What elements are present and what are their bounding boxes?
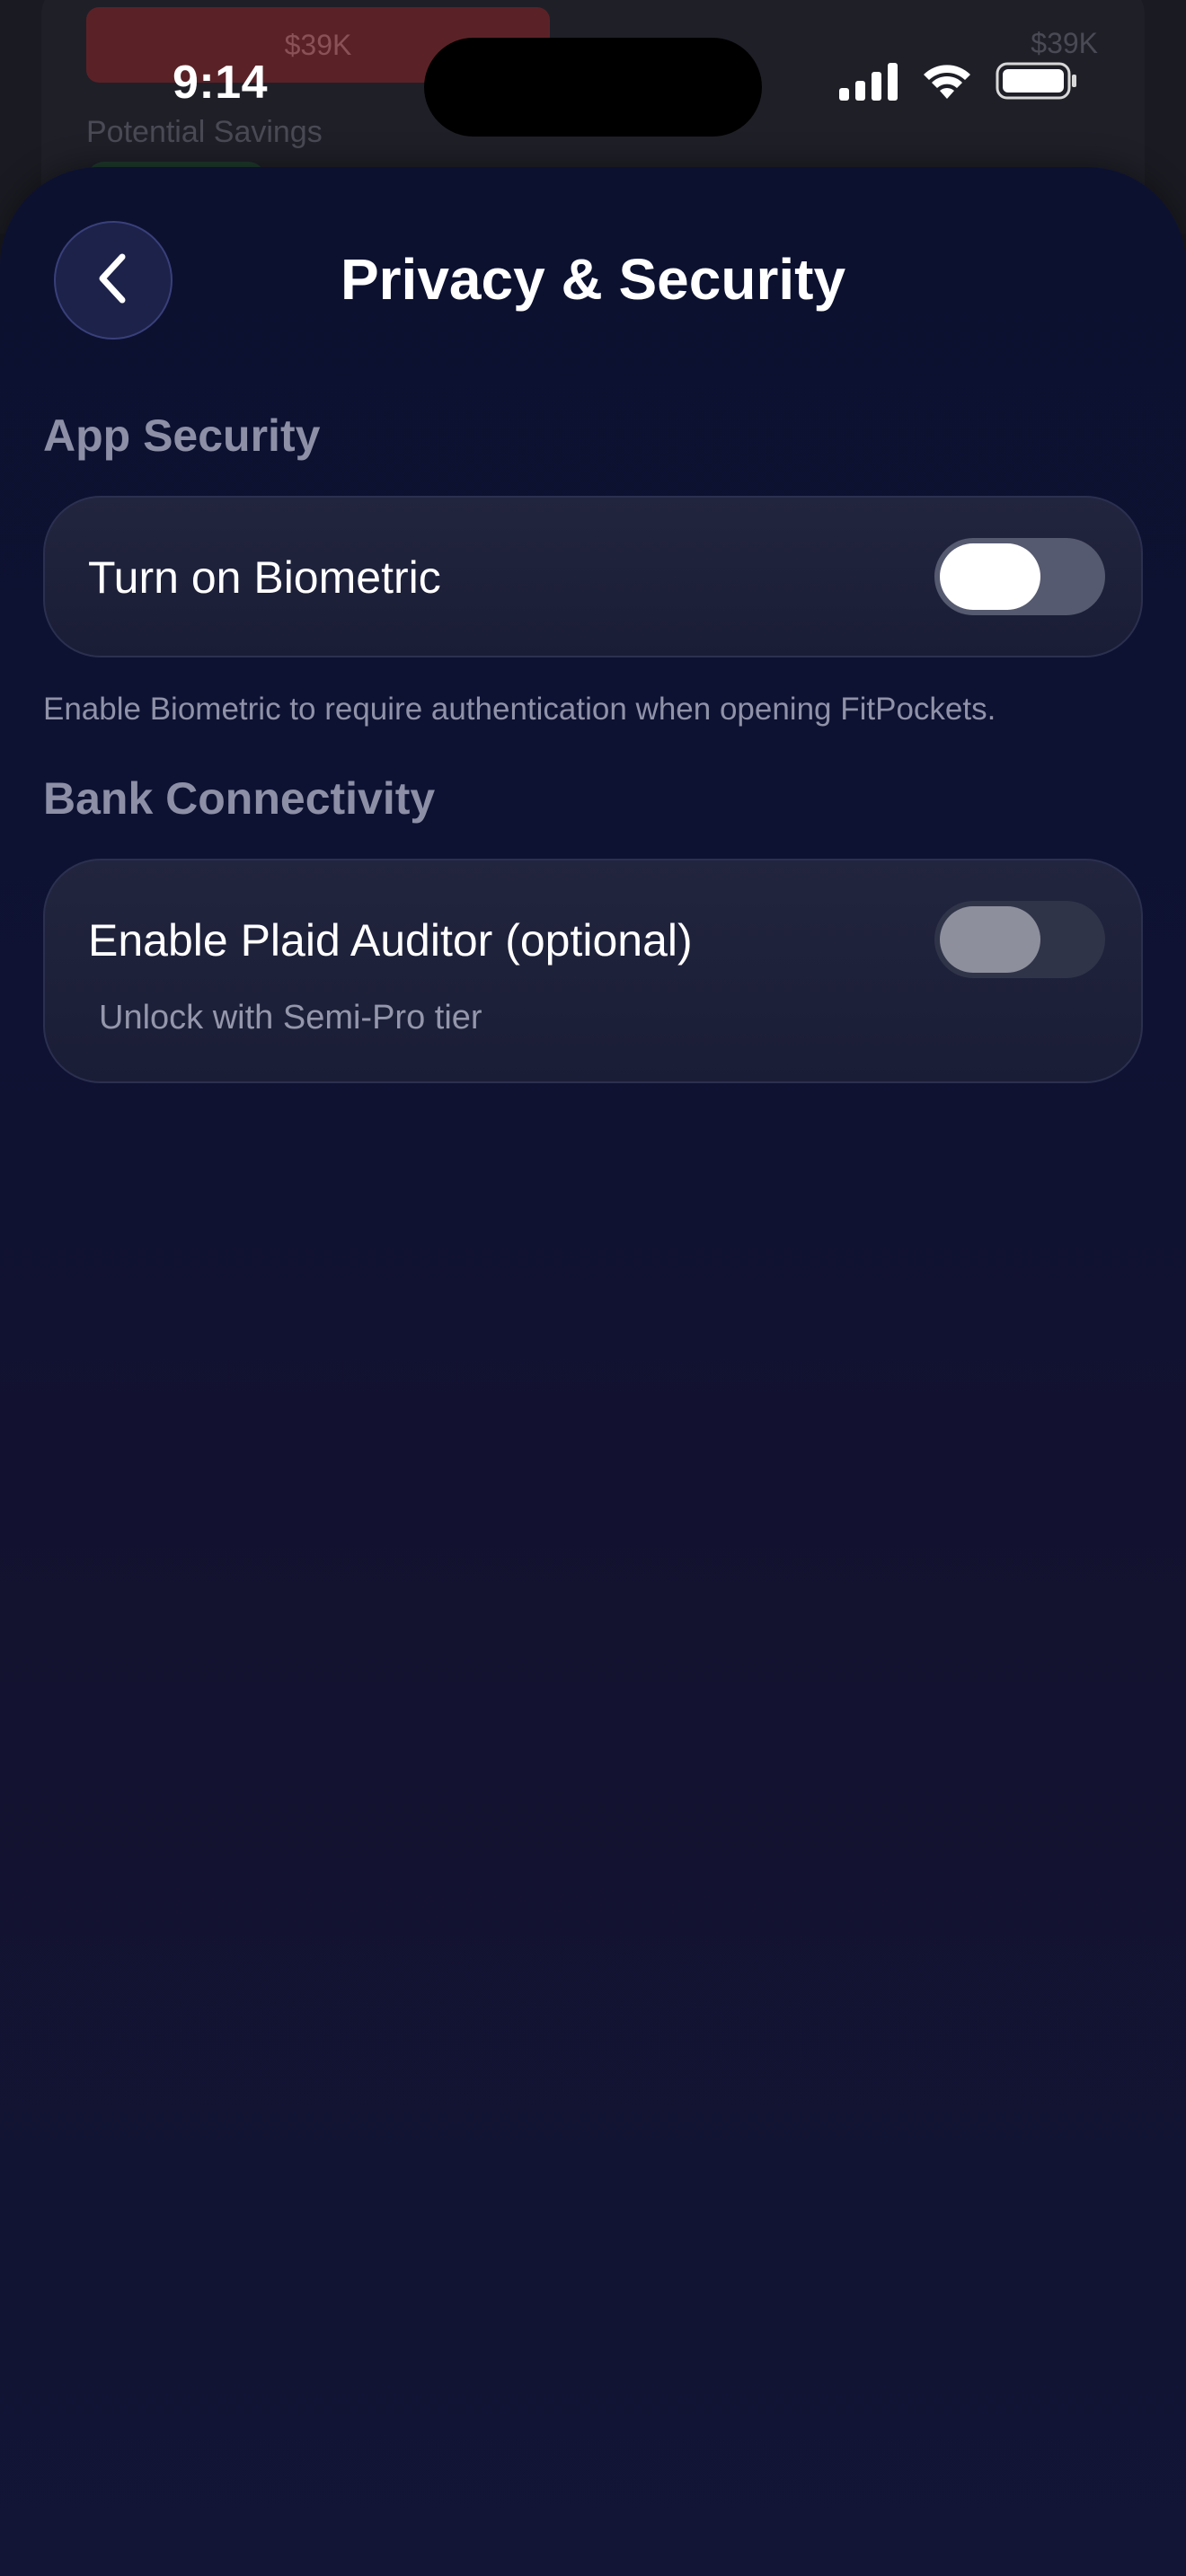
background-label: Potential Savings <box>86 115 323 149</box>
toggle-knob <box>940 543 1040 610</box>
page-title: Privacy & Security <box>340 247 846 312</box>
dynamic-island <box>424 38 762 137</box>
status-time: 9:14 <box>173 57 269 109</box>
background-bar-value: $39K <box>284 28 352 61</box>
settings-sheet: Privacy & Security App Security Turn on … <box>0 167 1186 2576</box>
background-right-value: $39K <box>1031 27 1098 59</box>
section-header-app-security: App Security <box>43 410 321 461</box>
wifi-icon <box>920 61 974 105</box>
section-header-bank-connectivity: Bank Connectivity <box>43 773 436 824</box>
plaid-auditor-label: Enable Plaid Auditor (optional) <box>88 915 693 966</box>
biometric-label: Turn on Biometric <box>88 552 441 603</box>
plaid-auditor-sublabel: Unlock with Semi-Pro tier <box>99 999 482 1037</box>
cellular-signal-icon <box>839 61 898 105</box>
battery-icon <box>996 61 1078 105</box>
biometric-row[interactable]: Turn on Biometric <box>43 496 1143 657</box>
plaid-auditor-row[interactable]: Enable Plaid Auditor (optional) Unlock w… <box>43 859 1143 1083</box>
plaid-auditor-toggle[interactable] <box>934 901 1105 978</box>
biometric-footnote: Enable Biometric to require authenticati… <box>43 692 996 727</box>
screen: $39K $39K Potential Savings 9:14 Privacy… <box>0 0 1186 2576</box>
status-icons <box>839 61 1078 105</box>
biometric-toggle[interactable] <box>934 538 1105 615</box>
toggle-knob <box>940 906 1040 973</box>
